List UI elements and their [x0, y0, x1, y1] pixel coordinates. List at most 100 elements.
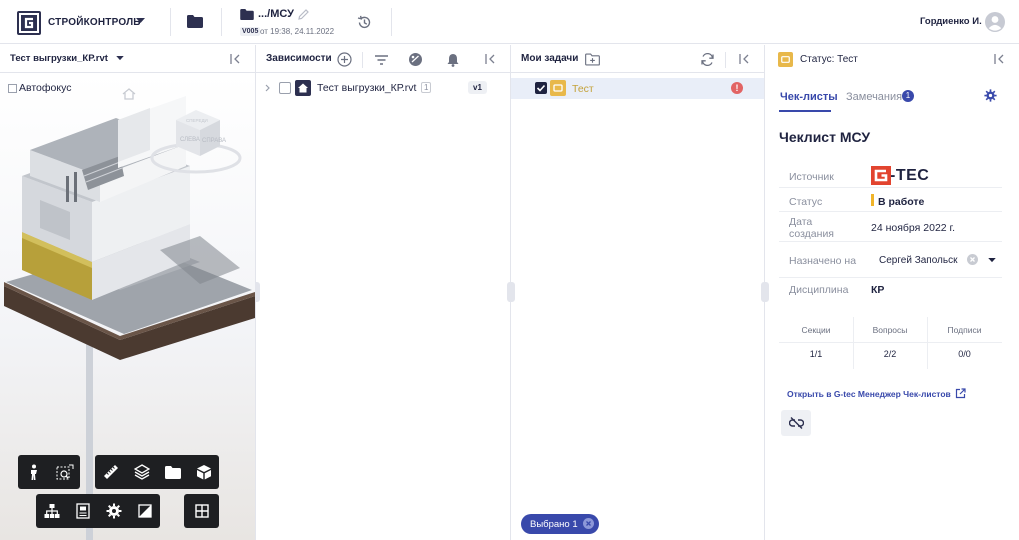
status-indicator-bar	[871, 194, 874, 206]
fullscreen-button[interactable]	[129, 494, 160, 528]
status-value: В работе	[878, 196, 925, 208]
task-row[interactable]: Тест !	[511, 78, 764, 99]
gtec-logo-mark	[871, 166, 891, 185]
collapse-dependencies-icon[interactable]	[485, 54, 496, 64]
walk-mode-button[interactable]	[18, 455, 49, 489]
gtec-logo-text: -TEC	[890, 166, 930, 184]
list-item[interactable]: Тест выгрузки_КР.rvt 1 v1	[256, 78, 510, 98]
model-name[interactable]: Тест выгрузки_КР.rvt	[10, 53, 108, 64]
cube-icon	[196, 465, 211, 480]
assignee-select[interactable]: Сергей Запольск	[871, 248, 999, 272]
viewer-header: Тест выгрузки_КР.rvt	[0, 45, 255, 73]
dependency-count-badge: 1	[421, 82, 432, 93]
edit-pencil-icon[interactable]	[298, 9, 309, 20]
zoom-box-icon	[56, 464, 73, 480]
brand-name[interactable]: СТРОЙКОНТРОЛЬ	[48, 17, 141, 28]
clear-selection-icon[interactable]	[583, 518, 594, 529]
filter-icon[interactable]	[375, 55, 388, 65]
resize-handle[interactable]	[507, 282, 515, 302]
clear-assignee-icon[interactable]	[967, 254, 978, 265]
view-cube[interactable]: СЛЕВА СПРАВА СПЕРЕДИ	[148, 98, 244, 178]
version-tag[interactable]: v1	[468, 81, 487, 94]
top-bar: СТРОЙКОНТРОЛЬ .../МСУ V005 от 19:38, 24.…	[0, 0, 1019, 44]
discipline-row: Дисциплина КР	[779, 278, 1002, 302]
status-row: Статус В работе	[779, 188, 1002, 212]
dependencies-title: Зависимости	[266, 53, 332, 64]
checklist-stats-table: Секции Вопросы Подписи 1/1 2/2 0/0	[779, 317, 1002, 369]
stats-header-sections: Секции	[801, 325, 831, 335]
version-date: от 19:38, 24.11.2022	[260, 27, 335, 36]
model-structure-button[interactable]	[36, 494, 67, 528]
grid-icon	[194, 504, 209, 518]
divider	[362, 52, 363, 68]
home-view-icon[interactable]	[122, 88, 136, 100]
divider	[391, 8, 392, 36]
history-icon[interactable]	[357, 15, 372, 30]
settings-button[interactable]	[98, 494, 129, 528]
unlink-button[interactable]	[781, 410, 811, 436]
item-checkbox[interactable]	[279, 82, 291, 94]
selected-chip[interactable]: Выбрано 1	[521, 514, 599, 534]
assigned-row: Назначено на Сергей Запольск	[779, 242, 1002, 278]
properties-button[interactable]	[67, 494, 98, 528]
expand-icon	[137, 504, 152, 518]
cube-label-front: СПЕРЕДИ	[186, 118, 208, 123]
stats-header-questions: Вопросы	[872, 325, 908, 335]
discipline-label: Дисциплина	[789, 284, 849, 296]
task-name: Тест	[572, 83, 594, 95]
assignee-dropdown-icon[interactable]	[988, 258, 996, 263]
add-task-folder-icon[interactable]	[585, 53, 600, 66]
compare-icon[interactable]	[408, 52, 423, 67]
measure-button[interactable]	[95, 455, 126, 489]
unlink-icon	[788, 417, 804, 429]
autofocus-checkbox[interactable]	[8, 84, 17, 93]
breadcrumb[interactable]: .../МСУ	[258, 8, 294, 20]
source-label: Источник	[789, 171, 834, 183]
properties-icon	[75, 503, 90, 519]
user-name[interactable]: Гордиенко И.	[920, 16, 982, 27]
checklist-title: Чеклист МСУ	[779, 129, 871, 145]
viewer-toolbar-navigation	[18, 455, 80, 489]
model-dropdown-icon[interactable]	[116, 56, 124, 61]
app-logo[interactable]	[17, 11, 41, 35]
created-label: Дата создания	[789, 216, 834, 240]
created-row: Дата создания 24 ноября 2022 г.	[779, 212, 1002, 242]
stats-divider	[779, 342, 1002, 343]
notification-bell-icon[interactable]	[447, 53, 459, 67]
section-box-button[interactable]	[49, 455, 80, 489]
gtec-logo: -TEC	[871, 166, 929, 185]
task-alert-icon: !	[731, 82, 743, 94]
tab-remarks[interactable]: Замечания	[846, 91, 902, 103]
open-in-gtec-link[interactable]: Открыть в G-tec Менеджер Чек-листов	[787, 389, 951, 399]
collapse-tasks-icon[interactable]	[739, 54, 750, 64]
resize-handle[interactable]	[761, 282, 769, 302]
tasks-header: Мои задачи	[511, 45, 764, 73]
external-link-icon[interactable]	[955, 388, 966, 399]
task-checkbox[interactable]	[535, 82, 547, 94]
model-viewer[interactable]: СЛЕВА СПРАВА СПЕРЕДИ Автофокус	[0, 74, 255, 540]
layers-button[interactable]	[126, 455, 157, 489]
expand-chevron-icon[interactable]	[265, 84, 270, 92]
assignee-value: Сергей Запольск	[879, 255, 958, 266]
collapse-viewer-icon[interactable]	[230, 54, 241, 64]
model-browser-button[interactable]	[157, 455, 188, 489]
status-folder-icon	[778, 51, 793, 67]
refresh-icon[interactable]	[700, 52, 715, 67]
breadcrumb-folder-icon	[240, 9, 254, 20]
explode-button[interactable]	[188, 455, 219, 489]
stats-header-signatures: Подписи	[947, 325, 982, 335]
collapse-status-icon[interactable]	[994, 54, 1005, 64]
user-avatar-icon[interactable]	[985, 12, 1005, 32]
person-icon	[30, 464, 37, 480]
divider	[221, 8, 222, 36]
task-folder-icon	[550, 80, 566, 96]
settings-gear-icon[interactable]	[984, 89, 997, 102]
add-dependency-icon[interactable]	[337, 52, 352, 67]
tab-checklists[interactable]: Чек-листы	[780, 91, 838, 103]
split-view-button[interactable]	[184, 494, 219, 528]
brand-dropdown-icon[interactable]	[136, 18, 145, 24]
dependency-name: Тест выгрузки_КР.rvt	[317, 82, 417, 94]
folder-icon[interactable]	[187, 15, 203, 28]
status-label: Статус	[789, 196, 823, 208]
active-tab-indicator	[779, 110, 831, 112]
